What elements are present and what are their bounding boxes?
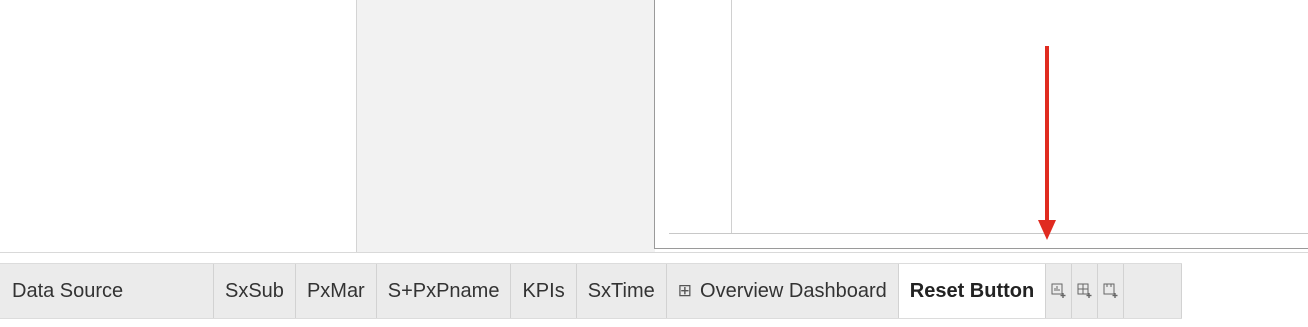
- tab-label: S+PxPname: [387, 279, 500, 302]
- sheet-tab-bar: Data Source SxSub PxMar S+PxPname KPIs S…: [0, 252, 1308, 327]
- sheet-divider: [731, 0, 732, 233]
- tab-label: SxSub: [225, 279, 284, 302]
- tab-sxsub[interactable]: SxSub: [214, 264, 296, 318]
- tab-label: SxTime: [587, 279, 655, 302]
- annotation-arrow-icon: [1038, 46, 1056, 240]
- tab-pxmar[interactable]: PxMar: [296, 264, 377, 318]
- tab-label: Data Source: [12, 279, 124, 302]
- tab-reset-button[interactable]: Reset Button: [898, 264, 1047, 318]
- left-pane: [0, 0, 356, 252]
- tab-s-pxpname[interactable]: S+PxPname: [377, 264, 512, 318]
- tab-overview-dashboard[interactable]: ⊞ Overview Dashboard: [667, 264, 899, 318]
- tab-label: PxMar: [306, 279, 365, 302]
- tab-strip-spacer: [1124, 264, 1183, 318]
- tab-strip: Data Source SxSub PxMar S+PxPname KPIs S…: [0, 263, 1183, 319]
- tab-data-source[interactable]: Data Source: [0, 264, 214, 318]
- new-worksheet-icon[interactable]: [1046, 264, 1073, 318]
- sheet-baseline: [669, 233, 1308, 234]
- tab-sxtime[interactable]: SxTime: [577, 264, 667, 318]
- tab-label: Overview Dashboard: [700, 279, 887, 302]
- shelf-pane: [356, 0, 655, 252]
- new-dashboard-icon[interactable]: [1072, 264, 1099, 318]
- workspace: [0, 0, 1308, 252]
- new-story-icon[interactable]: [1098, 264, 1125, 318]
- sheet-canvas[interactable]: [654, 0, 1308, 249]
- dashboard-icon: ⊞: [677, 281, 693, 300]
- tab-kpis[interactable]: KPIs: [511, 264, 577, 318]
- tab-label: Reset Button: [909, 279, 1035, 302]
- tab-label: KPIs: [522, 279, 565, 302]
